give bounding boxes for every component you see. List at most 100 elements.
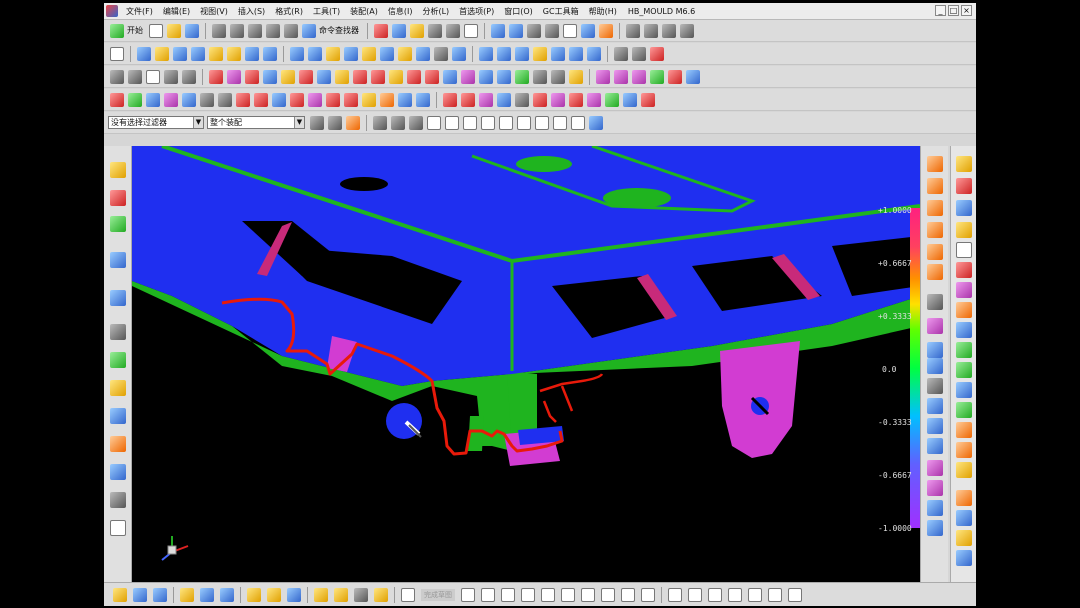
graphics-viewport[interactable]: +1.0000 +0.6667 +0.3333 0.0 -0.3333 -0.6… [132,146,920,582]
clock-icon[interactable] [551,69,565,84]
draft-icon[interactable] [398,46,412,61]
edit-m-icon[interactable] [344,92,358,107]
edge-blend-icon[interactable] [344,46,358,61]
block-icon[interactable] [173,46,187,61]
edit-g-icon[interactable] [218,92,232,107]
sew-icon[interactable] [515,46,529,61]
edit-e-icon[interactable] [182,92,196,107]
extrude-icon[interactable] [137,46,151,61]
snap-icon[interactable] [527,23,541,38]
mould-s-icon[interactable] [956,530,972,546]
edit-f-icon[interactable] [200,92,214,107]
manufacturing-wizard-icon[interactable] [110,408,126,424]
layer-icon[interactable] [491,23,505,38]
copy-icon[interactable] [230,23,244,38]
triangle-icon[interactable] [146,69,160,84]
rectangle-icon[interactable] [581,587,595,602]
mould-n-icon[interactable] [956,422,972,438]
analysis-o-icon[interactable] [927,460,943,476]
mould-p-icon[interactable] [956,462,972,478]
analysis-c-icon[interactable] [927,200,943,216]
selection-options-icon[interactable] [346,115,360,130]
filter-icon[interactable] [310,115,324,130]
replace-face-icon[interactable] [551,46,565,61]
menu-format[interactable]: 格式(R) [270,6,308,17]
menu-insert[interactable]: 插入(S) [233,6,270,17]
snap-control-icon[interactable] [481,115,495,130]
sketch-tool-k-icon[interactable] [334,587,348,602]
analysis-f-icon[interactable] [927,264,943,280]
edit-k-icon[interactable] [308,92,322,107]
sketch-tool-e-icon[interactable] [200,587,214,602]
mould-wizard-icon[interactable] [209,69,223,84]
edit-l-icon[interactable] [326,92,340,107]
edit-p-icon[interactable] [398,92,412,107]
sketch-tool-b-icon[interactable] [133,587,147,602]
tool-e-icon[interactable] [596,69,610,84]
edit-x-icon[interactable] [551,92,565,107]
sketch-tool-h-icon[interactable] [267,587,281,602]
boss-icon[interactable] [263,46,277,61]
shading-icon[interactable] [428,23,442,38]
maximize-button[interactable]: □ [948,5,959,16]
analysis-d-icon[interactable] [927,222,943,238]
sphere-icon[interactable] [209,46,223,61]
analysis-g-icon[interactable] [927,294,943,310]
select-icon[interactable] [545,23,559,38]
line-icon[interactable] [626,23,640,38]
auto-constrain-icon[interactable] [788,587,802,602]
edit-u-icon[interactable] [497,92,511,107]
edit-v-icon[interactable] [515,92,529,107]
menu-file[interactable]: 文件(F) [121,6,158,17]
tool-c-icon[interactable] [164,69,178,84]
cooling-icon[interactable] [389,69,403,84]
cone-icon[interactable] [227,46,241,61]
thicken-icon[interactable] [533,46,547,61]
snap-face-icon[interactable] [589,115,603,130]
tool-b-icon[interactable] [128,69,142,84]
command-finder-label[interactable]: 命令查找器 [319,25,359,36]
subtract-icon[interactable] [308,46,322,61]
slider-icon[interactable] [335,69,349,84]
sketch-tool-a-icon[interactable] [113,587,127,602]
mould-e-icon[interactable] [956,242,972,258]
start-button-label[interactable]: 开始 [127,25,143,36]
edit-a-icon[interactable] [110,92,124,107]
standard-part-icon[interactable] [299,69,313,84]
finish-sketch-button[interactable]: 完成草图 [421,588,455,601]
edit-h-icon[interactable] [254,92,268,107]
rotate-view-icon[interactable] [392,23,406,38]
polygon-icon[interactable] [601,587,615,602]
analysis-a-icon[interactable] [927,156,943,172]
menu-analysis[interactable]: 分析(L) [417,6,454,17]
snap-midpoint-icon[interactable] [463,115,477,130]
analysis-n-icon[interactable] [927,438,943,454]
table-icon[interactable] [497,69,511,84]
edit-z-icon[interactable] [587,92,601,107]
dimension-icon[interactable] [748,587,762,602]
gate-icon[interactable] [353,69,367,84]
edit-t-icon[interactable] [479,92,493,107]
process-studio-icon[interactable] [110,380,126,396]
assembly-navigator-icon[interactable] [110,162,126,178]
tool-d-icon[interactable] [182,69,196,84]
mould-k-icon[interactable] [956,362,972,378]
constraint-icon[interactable] [768,587,782,602]
edit-i-icon[interactable] [272,92,286,107]
corner-icon[interactable] [708,587,722,602]
target-icon[interactable] [236,92,250,107]
intersect-icon[interactable] [326,46,340,61]
mould-q-icon[interactable] [956,490,972,506]
hole-icon[interactable] [245,46,259,61]
check-icon[interactable] [515,69,529,84]
menu-help[interactable]: 帮助(H) [584,6,622,17]
deselect-icon[interactable] [391,115,405,130]
mould-r-icon[interactable] [956,510,972,526]
chamfer-icon[interactable] [362,46,376,61]
delete-icon[interactable] [407,69,421,84]
mold-base-icon[interactable] [281,69,295,84]
menu-assembly[interactable]: 装配(A) [345,6,383,17]
edit-r-icon[interactable] [443,92,457,107]
ejector-icon[interactable] [317,69,331,84]
display-mode-icon[interactable] [446,23,460,38]
